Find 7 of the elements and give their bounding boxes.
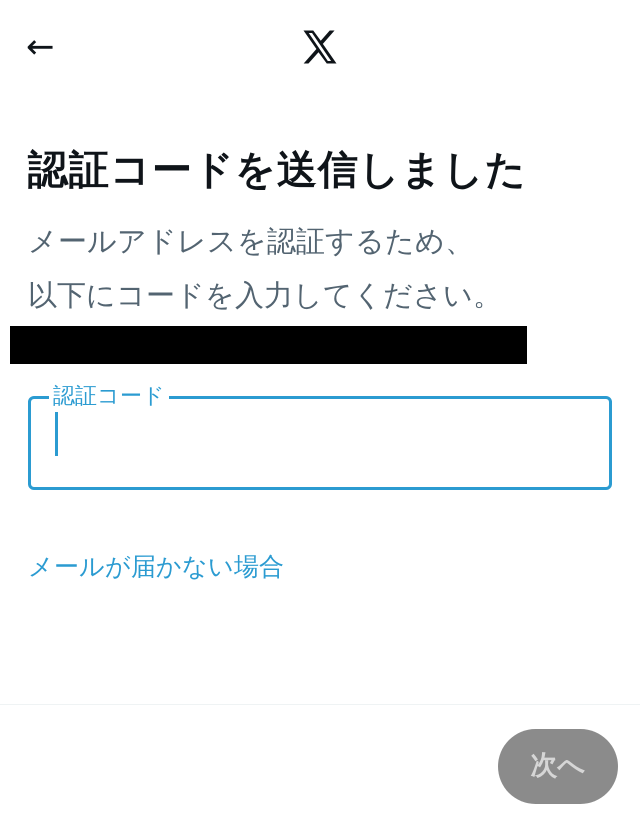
logo-icon bbox=[302, 30, 338, 64]
back-button[interactable]: ← bbox=[22, 30, 58, 64]
description-text: メールアドレスを認証するため、 bbox=[28, 223, 475, 260]
description-text: 以下にコードを入力してください。 bbox=[28, 277, 503, 314]
help-link[interactable]: メールが届かない場合 bbox=[28, 548, 284, 586]
page-title: 認証コードを送信しました bbox=[28, 146, 528, 195]
code-input-field[interactable]: 認証コード bbox=[28, 386, 612, 490]
